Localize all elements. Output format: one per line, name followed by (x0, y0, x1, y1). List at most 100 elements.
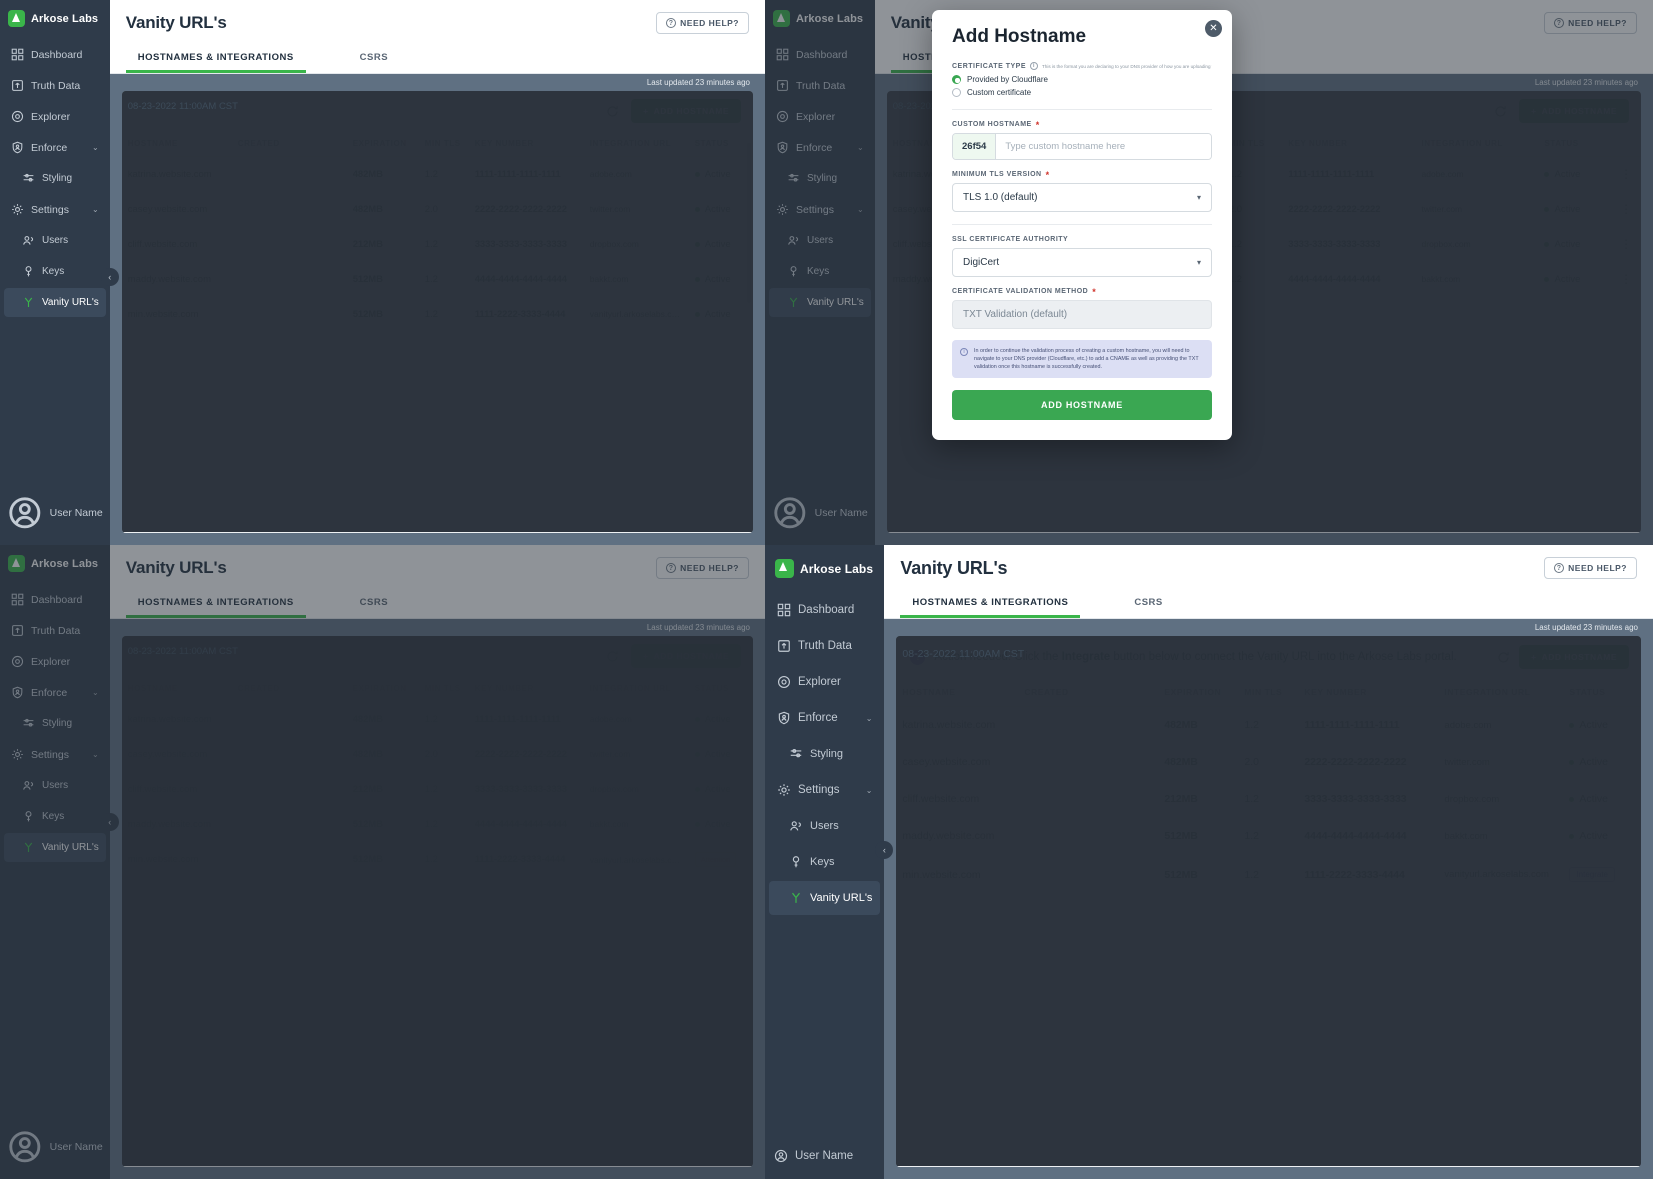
question-circle-icon: ? (666, 18, 677, 28)
explorer-target-icon (778, 676, 790, 688)
sidebar-item-explorer[interactable]: Explorer (769, 665, 880, 699)
hostnames-table: HOSTNAME CREATED EXPIRATION MIN TLS KEY … (121, 91, 753, 533)
sidebar-item-label: Keys (810, 856, 835, 868)
tab-hostnames-integrations[interactable]: HOSTNAMES & INTEGRATIONS (900, 591, 1081, 618)
chevron-down-icon: ⌄ (92, 205, 99, 214)
last-updated-text: Last updated 23 minutes ago (1534, 623, 1638, 632)
sidebar-item-truth-data[interactable]: Truth Data (4, 71, 106, 100)
radio-label: Provided by Cloudflare (967, 75, 1048, 84)
need-help-label: NEED HELP? (680, 18, 739, 28)
sidebar-collapse-button[interactable]: ‹ (100, 268, 119, 286)
vanity-url-icon (792, 892, 800, 903)
radio-provided-by-cloudflare[interactable]: Provided by Cloudflare (952, 75, 1212, 84)
sidebar-item-styling[interactable]: Styling (4, 164, 106, 193)
radio-icon-selected (952, 75, 961, 84)
need-help-button[interactable]: ? NEED HELP? (656, 12, 749, 34)
explorer-target-icon (11, 110, 24, 123)
custom-hostname-group: CUSTOM HOSTNAME * 26f54 (952, 120, 1212, 160)
table-row[interactable]: min.website.com 08-23-2022 11:00AM CST 5… (121, 91, 753, 533)
hostname-prefix-token: 26f54 (953, 134, 997, 159)
sidebar-item-label: Dashboard (31, 48, 83, 61)
sliders-icon (23, 173, 34, 182)
ssl-ca-value: DigiCert (963, 257, 1000, 268)
modal-overlay[interactable] (0, 545, 765, 1179)
info-circle-icon[interactable]: i (1029, 62, 1038, 70)
tab-csrs[interactable]: CSRS (348, 46, 400, 73)
sidebar-item-settings[interactable]: Settings ⌄ (4, 195, 106, 224)
ssl-ca-label: SSL CERTIFICATE AUTHORITY (952, 236, 1069, 243)
arkose-logo-icon (775, 559, 794, 578)
validation-method-group: CERTIFICATE VALIDATION METHOD * TXT Vali… (952, 287, 1212, 329)
sidebar-item-users[interactable]: Users (769, 809, 880, 843)
sidebar-item-keys[interactable]: Keys (769, 845, 880, 879)
sidebar: Arkose Labs Dashboard Truth Data Explore… (765, 545, 894, 1179)
chevron-down-icon: ⌄ (865, 713, 873, 723)
brand-logo: Arkose Labs (765, 545, 884, 592)
page-title: Vanity URL's (900, 557, 1008, 578)
shield-user-icon (778, 711, 790, 725)
last-updated-text: Last updated 23 minutes ago (646, 78, 750, 87)
chevron-down-icon: ▾ (1196, 193, 1201, 202)
tab-hostnames-integrations[interactable]: HOSTNAMES & INTEGRATIONS (125, 46, 306, 73)
sidebar-user[interactable]: User Name (765, 1135, 884, 1179)
cell-created: 08-23-2022 11:00AM CST (896, 636, 1641, 1167)
min-tls-group: MINIMUM TLS VERSION * TLS 1.0 (default) … (952, 170, 1212, 212)
min-tls-select[interactable]: TLS 1.0 (default) ▾ (952, 183, 1212, 212)
table-row[interactable]: min.website.com 08-23-2022 11:00AM CST 5… (896, 636, 1641, 1167)
validation-method-value: TXT Validation (default) (963, 309, 1068, 320)
ssl-ca-select[interactable]: DigiCert ▾ (952, 248, 1212, 277)
sidebar-item-label: Vanity URL's (810, 892, 873, 904)
hostnames-table: HOSTNAME CREATED EXPIRATION MIN TLS KEY … (896, 636, 1641, 1167)
modal-title: Add Hostname (952, 26, 1087, 47)
sliders-icon (790, 748, 802, 758)
validation-method-field: TXT Validation (default) (952, 300, 1212, 329)
radio-icon (952, 88, 961, 97)
user-avatar-icon (774, 1149, 788, 1163)
sidebar-user-label: User Name (795, 1150, 854, 1162)
cell-created: 08-23-2022 11:00AM CST (121, 91, 753, 533)
sidebar-item-vanity-urls[interactable]: Vanity URL's (4, 288, 106, 317)
brand-logo: Arkose Labs (0, 0, 110, 39)
sidebar-item-label: Explorer (31, 110, 71, 123)
brand-name: Arkose Labs (800, 561, 874, 576)
tab-csrs[interactable]: CSRS (1122, 591, 1174, 618)
certificate-type-hint: This is the format you are declaring to … (1041, 63, 1212, 69)
sidebar-item-users[interactable]: Users (4, 226, 106, 255)
sidebar-item-dashboard[interactable]: Dashboard (4, 40, 106, 69)
sidebar-user[interactable]: User Name (0, 483, 110, 545)
chevron-down-icon: ▾ (1196, 258, 1201, 267)
arkose-logo-icon (8, 10, 25, 27)
close-icon[interactable]: ✕ (1205, 20, 1222, 37)
sidebar-item-styling[interactable]: Styling (769, 737, 880, 771)
custom-hostname-label: CUSTOM HOSTNAME (952, 121, 1032, 128)
user-avatar-icon (9, 497, 41, 529)
sidebar-item-settings[interactable]: Settings ⌄ (769, 773, 880, 807)
sidebar-item-label: Truth Data (798, 640, 852, 652)
validation-notice-text: In order to continue the validation proc… (974, 348, 1199, 371)
gear-icon (12, 204, 23, 215)
custom-hostname-input[interactable] (996, 134, 1211, 159)
brand-name: Arkose Labs (31, 12, 99, 25)
panel-hostnames-list: Arkose Labs Dashboard Truth Data Explore… (0, 0, 765, 545)
submit-add-hostname-button[interactable]: ADD HOSTNAME (952, 390, 1212, 421)
sidebar-item-keys[interactable]: Keys (4, 257, 106, 286)
sidebar-item-explorer[interactable]: Explorer (4, 102, 106, 131)
sidebar-item-label: Enforce (31, 141, 68, 154)
sidebar-item-label: Users (42, 235, 69, 246)
divider (952, 109, 1212, 110)
info-circle-icon: i (960, 348, 968, 356)
sidebar-item-label: Keys (42, 266, 65, 277)
need-help-button[interactable]: ? NEED HELP? (1544, 557, 1637, 579)
radio-custom-certificate[interactable]: Custom certificate (952, 88, 1212, 97)
ssl-ca-group: SSL CERTIFICATE AUTHORITY DigiCert ▾ (952, 236, 1212, 277)
sidebar: Arkose Labs Dashboard Truth Data Explore… (0, 0, 119, 545)
sidebar-item-dashboard[interactable]: Dashboard (769, 593, 880, 627)
sidebar-item-label: Enforce (798, 712, 838, 724)
panel-add-hostname-modal: Arkose Labs Dashboard Truth Data Explore… (765, 0, 1653, 545)
page-title: Vanity URL's (125, 13, 227, 32)
sidebar-item-truth-data[interactable]: Truth Data (769, 629, 880, 663)
sidebar-item-vanity-urls[interactable]: Vanity URL's (769, 881, 881, 915)
sidebar-item-enforce[interactable]: Enforce ⌄ (769, 701, 880, 735)
sidebar-item-enforce[interactable]: Enforce ⌄ (4, 133, 106, 162)
panel-next-steps-modal: Arkose Labs Dashboard Truth Data Explore… (0, 545, 765, 1179)
